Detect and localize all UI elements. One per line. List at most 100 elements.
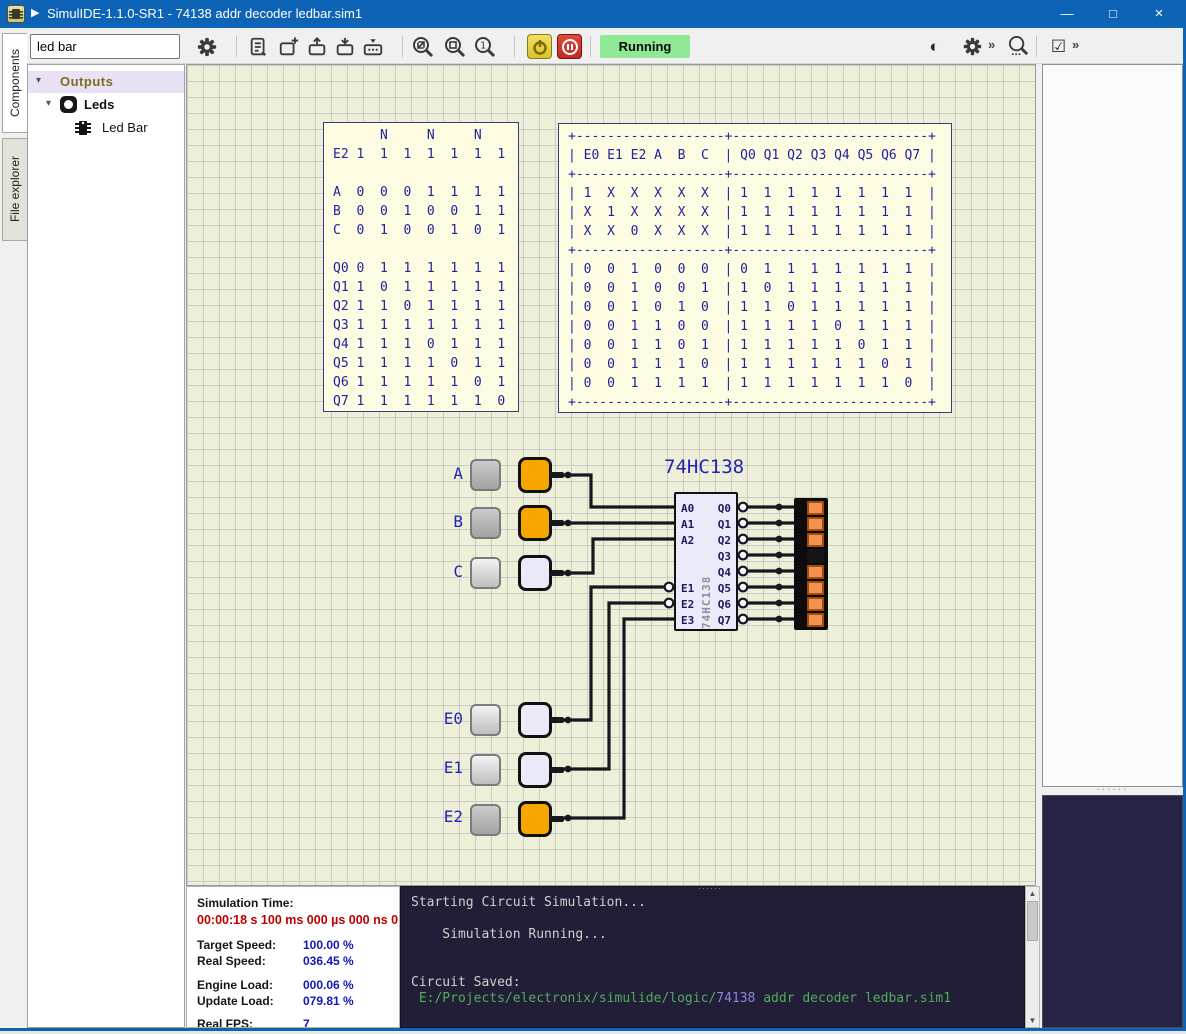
- tree-item-leds[interactable]: ▾ Leds: [28, 94, 184, 116]
- pin-label: A1: [681, 519, 694, 531]
- push-button-c[interactable]: [470, 557, 501, 589]
- open-circuit-icon[interactable]: [304, 34, 329, 59]
- truth-table-text: N N N E2 1 1 1 1 1 1 1 A 0 0 0 1 1 1 1 B…: [324, 123, 518, 414]
- led-segment: [807, 597, 824, 611]
- theme-icon[interactable]: ◐: [922, 34, 947, 59]
- led-segment: [807, 565, 824, 579]
- push-button-e1[interactable]: [470, 754, 501, 786]
- truth-table-text: +-------------------+-------------------…: [559, 124, 951, 415]
- input-label-b: B: [421, 512, 463, 534]
- expand-arrow-icon[interactable]: ▾: [36, 75, 41, 86]
- splitter-handle[interactable]: ······: [1042, 787, 1183, 795]
- toolbar-separator: [1036, 36, 1037, 57]
- state-indicator-b[interactable]: [518, 505, 552, 541]
- expand-arrow-icon[interactable]: ▾: [46, 98, 51, 109]
- chip-74hc138[interactable]: A0 A1 A2 E1 E2 E3 Q0 Q1 Q2 Q3 Q4 Q5 Q6 Q…: [674, 492, 738, 631]
- tree-group-outputs[interactable]: ▾ Outputs: [28, 71, 184, 93]
- tree-group-label: Outputs: [60, 74, 113, 89]
- pause-button[interactable]: [557, 34, 582, 59]
- tab-components[interactable]: Components: [2, 33, 27, 133]
- components-panel: ▾ Outputs ▾ Leds Led Bar: [27, 64, 185, 1028]
- tree-leaf-label: Led Bar: [102, 120, 148, 135]
- input-label-e1: E1: [421, 758, 463, 780]
- pin-label: Q0: [718, 503, 731, 515]
- input-label-c: C: [421, 562, 463, 584]
- tree-leaf-led-bar[interactable]: Led Bar: [28, 117, 184, 139]
- stat-label: Real FPS:: [197, 1017, 253, 1028]
- stat-label: Target Speed:: [197, 938, 276, 952]
- circuit-canvas[interactable]: N N N E2 1 1 1 1 1 1 1 A 0 0 0 1 1 1 1 B…: [186, 64, 1036, 886]
- stat-label: Real Speed:: [197, 954, 266, 968]
- chip-title-label[interactable]: 74HC138: [664, 456, 744, 478]
- component-search-input[interactable]: [30, 34, 180, 59]
- message-console[interactable]: Starting Circuit Simulation... Simulatio…: [400, 886, 1025, 1028]
- title-bar: ▶ SimulIDE-1.1.0-SR1 - 74138 addr decode…: [0, 0, 1186, 28]
- chevron-more-icon[interactable]: »: [988, 37, 995, 52]
- zoom-one-icon[interactable]: 1: [472, 34, 497, 59]
- checkbox-panel-icon[interactable]: ☑: [1046, 34, 1071, 59]
- push-button-e2[interactable]: [470, 804, 501, 836]
- settings-gear-icon[interactable]: [960, 34, 985, 59]
- svg-text:1: 1: [479, 40, 485, 51]
- input-label-e0: E0: [421, 709, 463, 731]
- serial-monitor-panel: [1042, 795, 1183, 1028]
- maximize-button[interactable]: □: [1090, 0, 1136, 28]
- stat-label: Update Load:: [197, 994, 274, 1008]
- zoom-extents-icon[interactable]: [442, 34, 467, 59]
- toolbar: 1 Running ◐ » ☑ »: [0, 28, 1186, 64]
- truth-table-note-right[interactable]: +-------------------+-------------------…: [558, 123, 952, 413]
- pin-label: Q2: [718, 535, 731, 547]
- state-indicator-c[interactable]: [518, 555, 552, 591]
- recent-circuits-icon[interactable]: [360, 34, 385, 59]
- console-scrollbar[interactable]: ▲ ▼: [1025, 886, 1040, 1028]
- tree-item-label: Leds: [84, 97, 114, 112]
- tab-file-explorer[interactable]: File explorer: [2, 138, 27, 241]
- state-indicator-e0[interactable]: [518, 702, 552, 738]
- input-label-a: A: [421, 464, 463, 486]
- app-icon: [7, 5, 25, 23]
- pin-label: E2: [681, 599, 694, 611]
- console-text: Starting Circuit Simulation... Simulatio…: [401, 887, 1024, 1015]
- stat-value: 7: [303, 1017, 310, 1028]
- led-bar[interactable]: [794, 498, 828, 630]
- pin-label: Q5: [718, 583, 731, 595]
- pin-label: Q3: [718, 551, 731, 563]
- scroll-down-icon[interactable]: ▼: [1026, 1016, 1039, 1025]
- settings-gear-icon[interactable]: [194, 34, 219, 59]
- input-label-e2: E2: [421, 807, 463, 829]
- close-button[interactable]: ×: [1136, 0, 1182, 28]
- push-button-b[interactable]: [470, 507, 501, 539]
- state-indicator-e2[interactable]: [518, 801, 552, 837]
- pin-label: A2: [681, 535, 694, 547]
- led-segment: [807, 533, 824, 547]
- chevron-more-icon[interactable]: »: [1072, 37, 1079, 52]
- toolbar-separator: [514, 36, 515, 57]
- simulation-stats-panel: Simulation Time: 00:00:18 s 100 ms 000 µ…: [186, 886, 400, 1028]
- scrollbar-thumb[interactable]: [1027, 901, 1038, 941]
- status-badge: Running: [600, 35, 690, 58]
- stat-label: Simulation Time:: [197, 896, 293, 910]
- power-button[interactable]: [527, 34, 552, 59]
- zoom-fit-icon[interactable]: [410, 34, 435, 59]
- save-circuit-icon[interactable]: [332, 34, 357, 59]
- simulation-time-value: 00:00:18 s 100 ms 000 µs 000 ns 0: [197, 913, 398, 927]
- led-segment: [807, 613, 824, 627]
- new-circuit-icon[interactable]: [276, 34, 301, 59]
- minimize-button[interactable]: —: [1044, 0, 1090, 28]
- side-tab-strip: Components File explorer: [0, 28, 27, 1028]
- toolbar-separator: [236, 36, 237, 57]
- push-button-e0[interactable]: [470, 704, 501, 736]
- state-indicator-e1[interactable]: [518, 752, 552, 788]
- file-info-icon[interactable]: [246, 34, 271, 59]
- state-indicator-a[interactable]: [518, 457, 552, 493]
- stat-value: 100.00 %: [303, 938, 354, 952]
- pin-label: A0: [681, 503, 694, 515]
- find-component-icon[interactable]: [1006, 34, 1031, 59]
- truth-table-note-left[interactable]: N N N E2 1 1 1 1 1 1 1 A 0 0 0 1 1 1 1 B…: [323, 122, 519, 412]
- led-segment: [807, 517, 824, 531]
- scroll-up-icon[interactable]: ▲: [1026, 889, 1039, 898]
- splitter-handle[interactable]: ······: [690, 886, 730, 891]
- push-button-a[interactable]: [470, 459, 501, 491]
- toolbar-separator: [590, 36, 591, 57]
- play-icon: ▶: [31, 6, 39, 19]
